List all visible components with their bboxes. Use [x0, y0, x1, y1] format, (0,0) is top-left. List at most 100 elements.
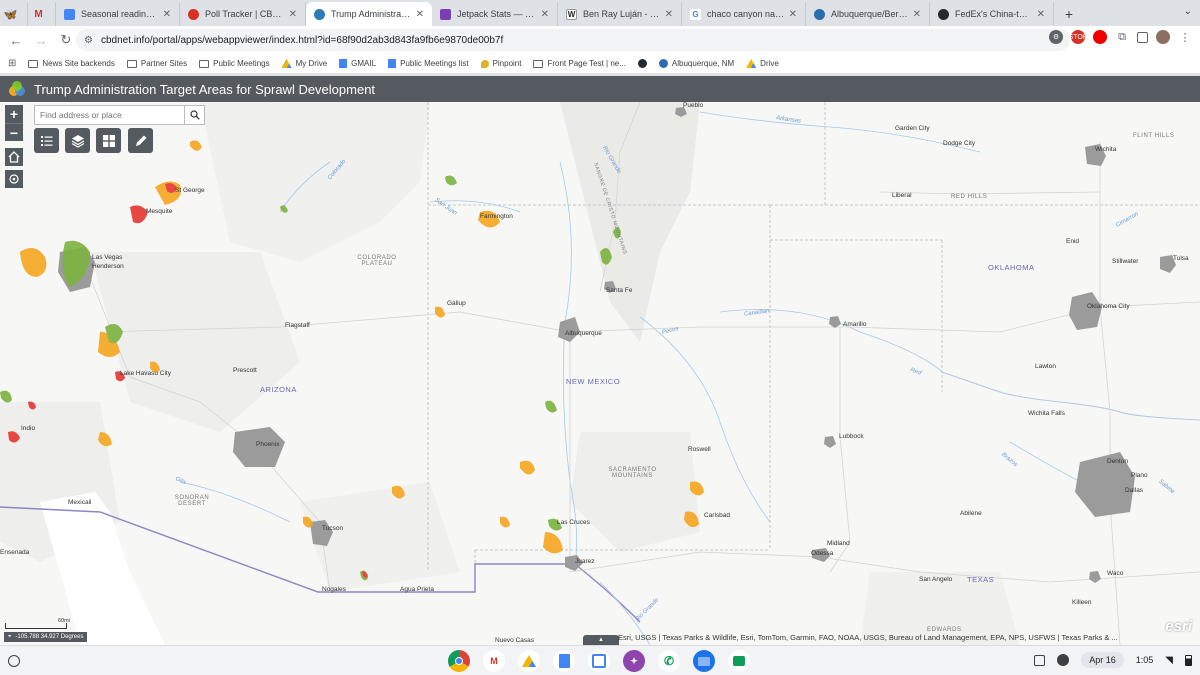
pencil-icon [135, 135, 146, 146]
city-label: Roswell [688, 446, 711, 453]
basemap-gallery-button[interactable] [96, 128, 121, 153]
city-label: Nuevo Casas [495, 637, 535, 644]
bookmark[interactable]: Front Page Test | ne... [533, 59, 626, 68]
attribution-toggle[interactable]: ▲ [583, 635, 619, 645]
address-bar[interactable]: ⚙ cbdnet.info/portal/apps/webappviewer/i… [76, 29, 1070, 51]
search-icon [189, 110, 200, 120]
docs-icon[interactable] [553, 650, 575, 672]
url-text[interactable]: cbdnet.info/portal/apps/webappviewer/ind… [101, 35, 503, 46]
site-info-icon[interactable]: ⚙ [84, 35, 93, 46]
search-input[interactable] [35, 106, 185, 124]
gemini-icon[interactable]: ✦ [623, 650, 645, 672]
basemap-grid-icon [102, 134, 115, 147]
extension-icon[interactable]: ⚙ [1049, 30, 1063, 44]
region-label: SONORAN DESERT [174, 495, 210, 507]
calendar-icon[interactable] [588, 650, 610, 672]
tab[interactable]: 🦋 [0, 2, 28, 26]
chat-icon[interactable] [728, 650, 750, 672]
phone-icon[interactable]: ✆ [658, 650, 680, 672]
account-avatar[interactable] [1057, 654, 1070, 666]
close-tab-icon[interactable]: ✕ [541, 9, 549, 20]
layers-button[interactable] [65, 128, 90, 153]
close-tab-icon[interactable]: ✕ [289, 9, 297, 20]
github-icon [637, 59, 647, 68]
chrome-icon[interactable] [448, 650, 470, 672]
tab[interactable]: Albuquerque/Bernalillo✕ [806, 2, 930, 26]
tab-strip: 🦋 M Seasonal readiness - Go✕ Poll Tracke… [0, 0, 1200, 26]
zoom-out-button[interactable]: − [5, 123, 23, 141]
profile-avatar[interactable] [1156, 30, 1170, 44]
sidepanel-icon[interactable] [1137, 31, 1148, 43]
tab[interactable]: Gchaco canyon national✕ [682, 2, 806, 26]
tab[interactable]: WBen Ray Luján - Wikipe✕ [558, 2, 682, 26]
tab[interactable]: Seasonal readiness - Go✕ [56, 2, 180, 26]
tab[interactable]: Poll Tracker | CBC News✕ [180, 2, 306, 26]
files-icon[interactable] [693, 650, 715, 672]
record-extension-icon[interactable] [1093, 30, 1107, 44]
tab[interactable]: M [28, 2, 56, 26]
wikipedia-icon: W [566, 8, 577, 20]
city-label: Tucson [322, 525, 344, 532]
bluesky-icon: 🦋 [3, 8, 18, 21]
puzzle-icon[interactable]: ⧉ [1115, 30, 1129, 44]
city-label: Prescott [233, 367, 257, 374]
city-label: San Angelo [919, 576, 953, 583]
close-tab-icon[interactable]: ✕ [913, 9, 921, 20]
home-button[interactable] [5, 148, 23, 166]
bookmark[interactable]: Drive [746, 59, 779, 68]
folder-icon [28, 59, 39, 68]
city-label: Juarez [575, 558, 595, 565]
bookmark[interactable]: Public Meetings [199, 59, 270, 68]
draw-button[interactable] [128, 128, 153, 153]
new-tab-button[interactable]: + [1058, 3, 1080, 25]
legend-button[interactable] [34, 128, 59, 153]
clock[interactable]: 1:05 [1136, 655, 1154, 665]
close-tab-icon[interactable]: ✕ [789, 9, 797, 20]
city-label: Pueblo [683, 102, 704, 109]
jetpack-icon [440, 8, 451, 20]
city-label: Lawton [1035, 363, 1056, 370]
zoom-in-button[interactable]: + [5, 105, 23, 123]
stop-extension-icon[interactable]: STOP [1069, 30, 1087, 44]
bookmark[interactable]: GMAIL [339, 59, 376, 68]
forward-button[interactable]: → [29, 28, 53, 52]
close-tab-icon[interactable]: ✕ [665, 9, 673, 20]
wifi-icon[interactable]: ◥ [1165, 655, 1173, 666]
home-icon [8, 151, 20, 163]
chevron-down-icon[interactable]: ⌄ [1184, 6, 1192, 17]
close-tab-icon[interactable]: ✕ [416, 9, 424, 20]
locate-button[interactable] [5, 170, 23, 188]
system-tray: Apr 16 1:05 ◥ [1034, 652, 1192, 668]
back-button[interactable]: ← [4, 28, 28, 52]
bookmark[interactable] [637, 59, 647, 68]
tab[interactable]: Jetpack Stats — New M✕ [432, 2, 558, 26]
city-label: Dallas [1125, 487, 1144, 494]
bookmark[interactable]: Partner Sites [126, 59, 187, 68]
app-logo-icon [9, 81, 25, 96]
tab[interactable]: FedEx's China-to-US fe✕ [930, 2, 1054, 26]
launcher-button[interactable] [8, 655, 20, 667]
bookmark[interactable]: Albuquerque, NM [658, 59, 734, 68]
drive-icon[interactable] [518, 650, 540, 672]
battery-icon[interactable] [1185, 654, 1192, 666]
reload-button[interactable]: ↻ [54, 28, 78, 52]
bookmark[interactable]: My Drive [281, 59, 327, 68]
screen-capture-icon[interactable] [1034, 654, 1046, 666]
bookmark[interactable]: Pinpoint [480, 59, 521, 68]
menu-icon[interactable]: ⋮ [1178, 30, 1192, 44]
bookmark[interactable]: News Site backends [28, 59, 115, 68]
tab-active[interactable]: Trump Administration T✕ [306, 2, 432, 26]
gmail-icon[interactable]: M [483, 650, 505, 672]
map-view[interactable]: NEW MEXICO ARIZONA OKLAHOMA TEXAS COLORA… [0, 102, 1200, 645]
toolbar: ← → ↻ ⚙ cbdnet.info/portal/apps/webappvi… [0, 26, 1200, 54]
city-label: Santa Fe [606, 287, 633, 294]
bookmark[interactable]: Public Meetings list [388, 59, 469, 68]
city-label: Liberal [892, 192, 912, 199]
apps-grid-icon[interactable]: ⊞ [8, 58, 16, 69]
close-tab-icon[interactable]: ✕ [1037, 9, 1045, 20]
search-button[interactable] [184, 106, 204, 124]
date-pill[interactable]: Apr 16 [1081, 652, 1124, 668]
bookmarks-bar: ⊞ News Site backends Partner Sites Publi… [0, 54, 1200, 74]
close-tab-icon[interactable]: ✕ [163, 9, 171, 20]
region-label: RED HILLS [951, 194, 988, 200]
